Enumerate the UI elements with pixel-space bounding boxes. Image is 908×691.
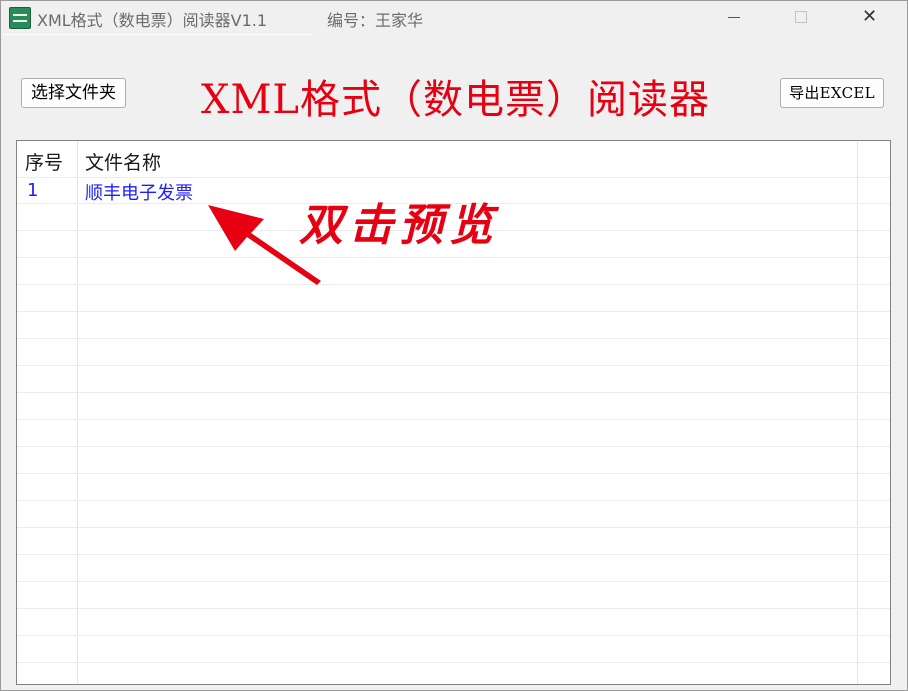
main-window: XML格式（数电票）阅读器V1.1 编号：王家华 ✕ 选择文件夹 XML格式（数…: [0, 0, 908, 691]
double-click-hint: 双击预览: [299, 200, 499, 251]
arrow-icon: [208, 205, 321, 285]
